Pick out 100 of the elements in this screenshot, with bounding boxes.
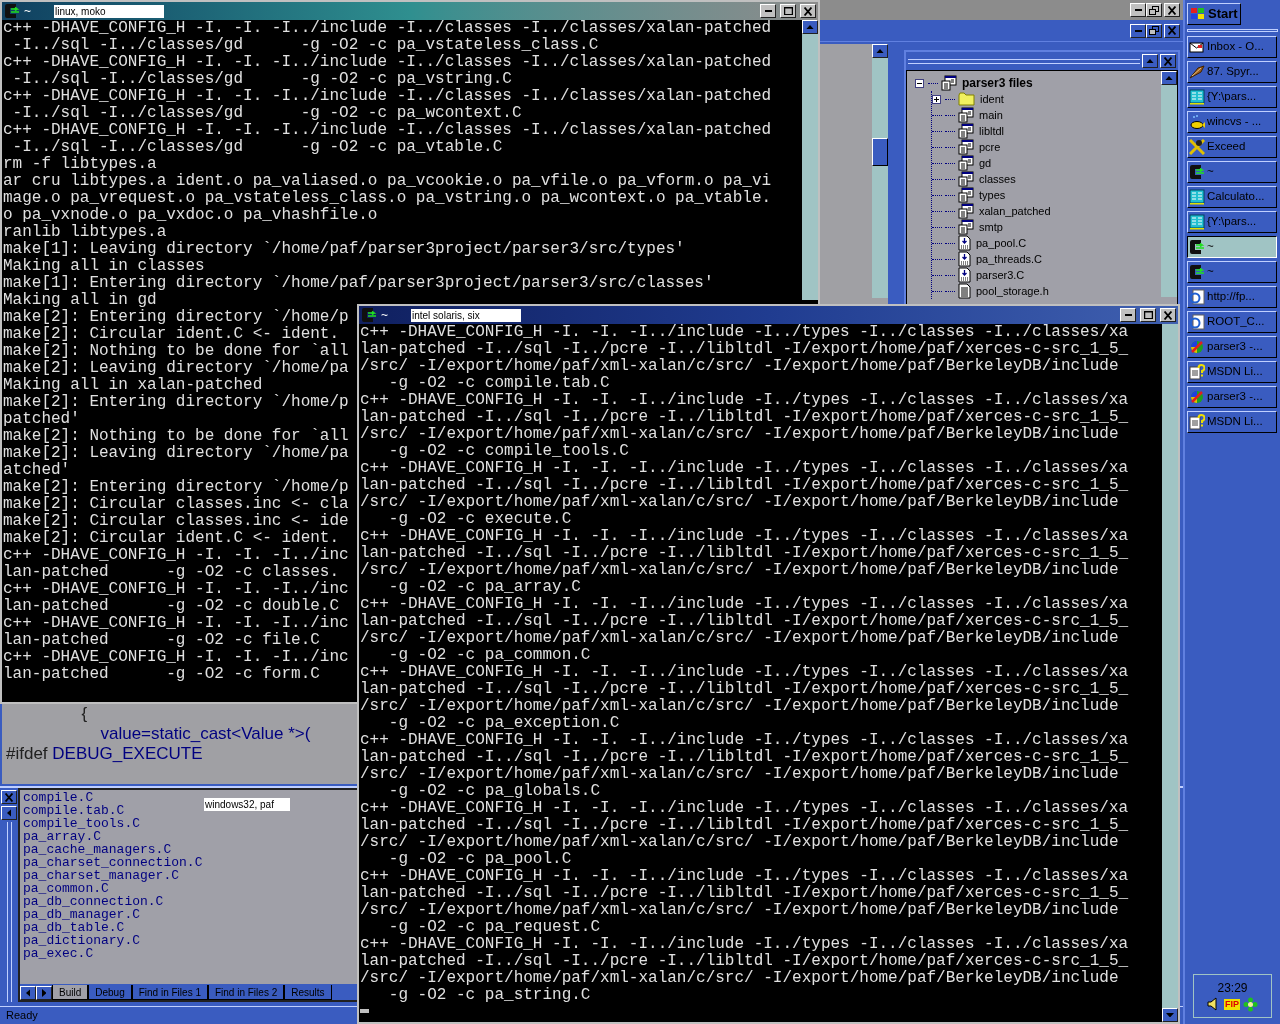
- collapse-button[interactable]: [1142, 54, 1158, 68]
- scrollbar[interactable]: [802, 20, 818, 300]
- tab-scroll-left-button[interactable]: [20, 986, 36, 1000]
- terminal-line: ranlib libtypes.a: [3, 224, 167, 241]
- close-button[interactable]: [1160, 54, 1176, 68]
- terminal-line: lan-patched -I../sql -I../pcre -I../libltdl -I/export/home/paf/xerces-c-src_1_5_: [360, 477, 1129, 494]
- taskbar-button[interactable]: MSDN Li...: [1187, 361, 1277, 383]
- scroll-up-button[interactable]: [802, 20, 818, 34]
- restore-button[interactable]: [1146, 23, 1162, 38]
- terminal-line: lan-patched -I../sql -I../pcre -I../libltdl -I/export/home/paf/xerces-c-src_1_5_: [360, 341, 1129, 358]
- output-tab[interactable]: Find in Files 1: [131, 985, 208, 1000]
- output-tab[interactable]: Results: [284, 985, 332, 1000]
- scroll-up-button[interactable]: [1161, 71, 1177, 85]
- terminal-line: c++ -DHAVE_CONFIG_H -I. -I. -I../include -I../classes -I../classes/xalan-patched: [3, 20, 772, 37]
- minimize-button[interactable]: [760, 4, 776, 18]
- tree-item[interactable]: pa_threads.C: [974, 252, 1045, 266]
- left-icon: [25, 989, 31, 997]
- tree-item[interactable]: pool_storage.h: [974, 284, 1051, 298]
- tree-item[interactable]: types: [977, 188, 1008, 202]
- minimize-button[interactable]: [1130, 3, 1146, 17]
- terminal-line: make[2]: Circular ident.C <- ident.: [3, 326, 340, 343]
- collapse-icon[interactable]: [915, 78, 924, 88]
- taskbar-button[interactable]: Calculato...: [1187, 186, 1277, 208]
- tree-item[interactable]: parser3 files: [960, 76, 1035, 90]
- terminal-line: /src/ -I/export/home/paf/xml-xalan/c/src/ -I/export/home/paf/BerkeleyDB/include: [360, 834, 1119, 851]
- tree-item[interactable]: parser3.C: [974, 268, 1027, 282]
- minimize-icon: [764, 10, 772, 12]
- terminal-line: Making all in classes: [3, 258, 205, 275]
- terminal-line: c++ -DHAVE_CONFIG_H -I. -I. -I../include -I../types -I../classes -I../classes/xa: [360, 324, 1129, 341]
- terminal-line: /src/ -I/export/home/paf/xml-xalan/c/src/ -I/export/home/paf/BerkeleyDB/include: [360, 698, 1119, 715]
- terminal-line: -g -O2 -c compile_tools.C: [387, 443, 629, 460]
- taskbar-button[interactable]: {Y:\pars...: [1187, 86, 1277, 108]
- terminal-line: make[1]: Entering directory `/home/paf/parser3project/parser3/src/classes': [3, 275, 714, 292]
- output-line: pa_exec.C: [23, 947, 94, 960]
- x-figure-icon: [1189, 139, 1205, 155]
- tree-item[interactable]: pa_pool.C: [974, 236, 1029, 250]
- taskbar-button[interactable]: wincvs - ...: [1187, 111, 1277, 133]
- taskbar-button[interactable]: parser3 -...: [1187, 336, 1277, 358]
- close-button[interactable]: [1164, 3, 1180, 17]
- scrollbar[interactable]: [1162, 324, 1178, 1022]
- taskbar-button[interactable]: ROOT_C...: [1187, 311, 1277, 333]
- start-button[interactable]: Start: [1187, 3, 1241, 25]
- tree-item[interactable]: gd: [977, 156, 994, 170]
- maximize-button[interactable]: [780, 4, 796, 18]
- scroll-up-button[interactable]: [872, 44, 888, 58]
- columns-icon: [1189, 189, 1205, 205]
- close-button[interactable]: [1160, 308, 1176, 322]
- terminal-line: -g -O2 -c pa_string.C: [387, 987, 591, 1004]
- close-button[interactable]: [1164, 23, 1180, 38]
- maximize-button[interactable]: [1140, 308, 1156, 322]
- tree-item[interactable]: xalan_patched: [977, 204, 1053, 218]
- dock-button[interactable]: [1, 806, 17, 820]
- taskbar-button[interactable]: parser3 -...: [1187, 386, 1277, 408]
- maximize-icon: [1143, 310, 1153, 320]
- terminal-line: make[2]: Circular ident.C <- ident.: [3, 530, 340, 547]
- code-token: DEBUG_EXECUTE: [52, 744, 203, 764]
- project-icon: [958, 187, 974, 203]
- tree-item[interactable]: libltdl: [977, 124, 1007, 138]
- tree-item[interactable]: smtp: [977, 220, 1005, 234]
- terminal-line: c++ -DHAVE_CONFIG_H -I. -I. -I../include -I../types -I../classes -I../classes/xa: [360, 596, 1129, 613]
- terminal-line: make[2]: Leaving directory `/home/pa: [3, 445, 349, 462]
- tree-item[interactable]: main: [977, 108, 1005, 122]
- taskbar-button[interactable]: {Y:\pars...: [1187, 211, 1277, 233]
- output-tab[interactable]: Find in Files 2: [207, 985, 285, 1000]
- minimize-button[interactable]: [1120, 308, 1136, 322]
- taskbar-button[interactable]: http://fp...: [1187, 286, 1277, 308]
- taskbar-button[interactable]: ~: [1187, 236, 1277, 258]
- code-token: #ifdef: [6, 744, 49, 764]
- scrollbar[interactable]: [1161, 71, 1177, 297]
- up-icon: [1146, 58, 1154, 64]
- project-icon: [958, 219, 974, 235]
- terminal-line: make[1]: Leaving directory `/home/paf/parser3project/parser3/src/types': [3, 241, 685, 258]
- scrollbar[interactable]: [872, 44, 888, 298]
- scrollbar-thumb[interactable]: [872, 138, 888, 166]
- host-label: windows32, paf: [204, 798, 290, 811]
- tree-item[interactable]: classes: [977, 172, 1018, 186]
- tree-item[interactable]: pcre: [977, 140, 1003, 154]
- close-button[interactable]: [1, 790, 17, 804]
- taskbar-button[interactable]: Inbox - O...: [1187, 36, 1277, 58]
- taskbar-button[interactable]: ~: [1187, 161, 1277, 183]
- minimize-button[interactable]: [1130, 23, 1146, 38]
- tree-item[interactable]: ident: [978, 92, 1006, 106]
- taskbar-button[interactable]: 87. Spyr...: [1187, 61, 1277, 83]
- taskbar-button[interactable]: ~: [1187, 261, 1277, 283]
- terminal-line: /src/ -I/export/home/paf/xml-xalan/c/src/ -I/export/home/paf/BerkeleyDB/include: [360, 766, 1119, 783]
- terminal-line: rm -f libtypes.a: [3, 156, 157, 173]
- output-line: pa_charset_manager.C: [23, 869, 180, 882]
- taskbar-button[interactable]: MSDN Li...: [1187, 411, 1277, 433]
- close-button[interactable]: [800, 4, 816, 18]
- maximize-icon: [783, 6, 793, 16]
- output-tab[interactable]: Build: [52, 985, 89, 1000]
- expand-icon[interactable]: [932, 94, 941, 104]
- restore-button[interactable]: [1146, 3, 1162, 17]
- project-icon: [958, 139, 974, 155]
- output-line: pa_cache_managers.C: [23, 843, 172, 856]
- taskbar-button[interactable]: Exceed: [1187, 136, 1277, 158]
- output-tab[interactable]: Debug: [88, 985, 132, 1000]
- scroll-down-button[interactable]: [1162, 1008, 1178, 1022]
- tab-scroll-right-button[interactable]: [36, 986, 52, 1000]
- terminal-line: make[2]: Circular classes.inc <- cla: [3, 496, 349, 513]
